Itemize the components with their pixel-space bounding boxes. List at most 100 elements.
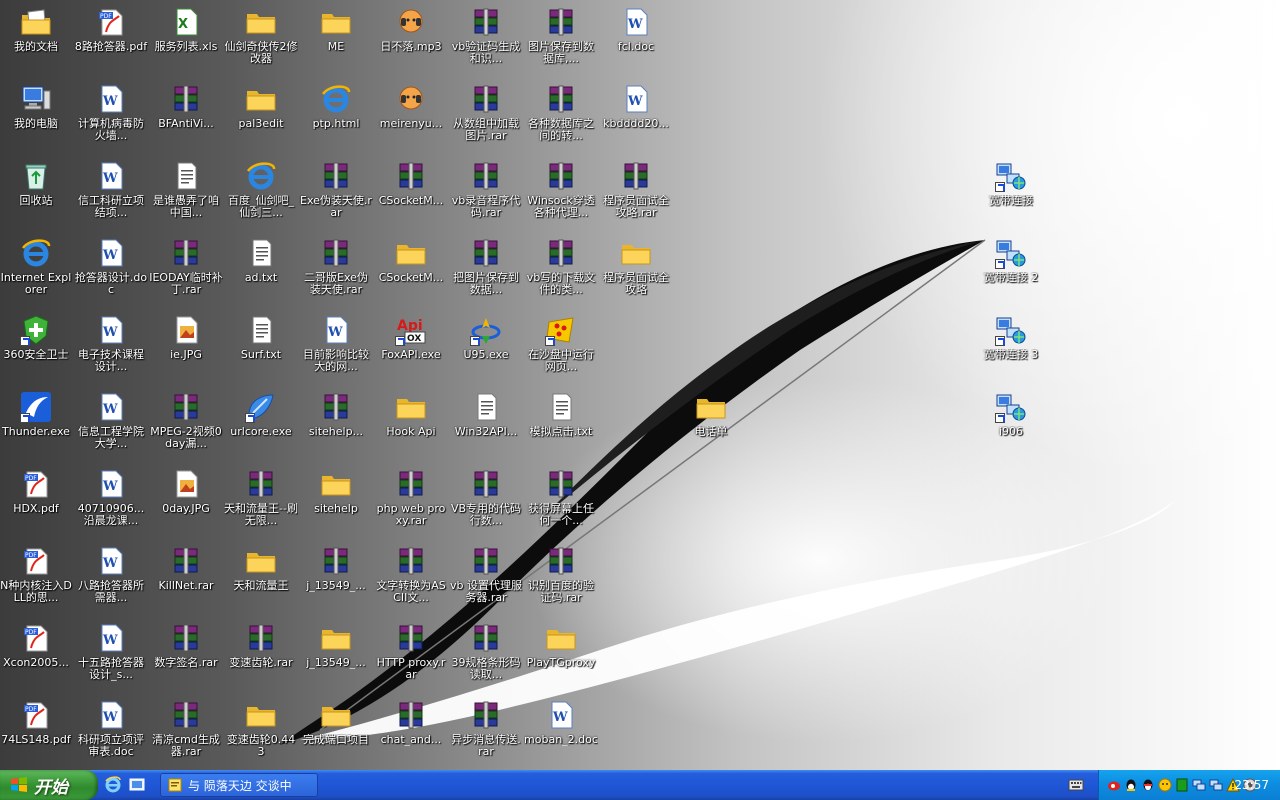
desktop-icon[interactable]: X 服务列表.xls (149, 4, 223, 80)
desktop-icon[interactable]: 变速齿轮.rar (224, 620, 298, 696)
desktop-icon[interactable]: CSocketM... (374, 235, 448, 311)
network-icon-2[interactable] (1209, 778, 1223, 792)
desktop-icon[interactable]: Internet Explorer (0, 235, 73, 311)
desktop-icon[interactable]: W 目前影响比较大的网... (299, 312, 373, 388)
desktop-icon[interactable]: 宽带连接 2 (974, 235, 1048, 311)
network-icon[interactable] (1192, 778, 1206, 792)
desktop-icon[interactable]: urlcore.exe (224, 389, 298, 465)
qq-penguin-icon[interactable] (1124, 778, 1138, 792)
desktop-icon[interactable]: Wkbdddd20... (599, 81, 673, 157)
desktop-icon[interactable]: Api OX FoxAPI.exe (374, 312, 448, 388)
desktop-icon[interactable]: 异步消息传送.rar (449, 697, 523, 770)
desktop-icon[interactable]: php web proxy.rar (374, 466, 448, 542)
start-button[interactable]: 开始 (0, 770, 98, 800)
desktop-icon[interactable]: 天和流量王--刷无限... (224, 466, 298, 542)
desktop-icon[interactable]: Wfcl.doc (599, 4, 673, 80)
desktop-icon[interactable]: 回收站 (0, 158, 73, 234)
green-monitor-icon[interactable] (1175, 778, 1189, 792)
desktop-icon[interactable]: sitehelp... (299, 389, 373, 465)
desktop-icon[interactable]: Wmoban_2.doc (524, 697, 598, 770)
desktop-icon[interactable]: CSocketM... (374, 158, 448, 234)
desktop-icon[interactable]: 完成端口项目 (299, 697, 373, 770)
desktop-icon[interactable]: 仙剑奇侠传2修改器 (224, 4, 298, 80)
qq-penguin-icon-2[interactable] (1141, 778, 1155, 792)
desktop-icon[interactable]: Winsock穿透各种代理... (524, 158, 598, 234)
desktop-icon[interactable]: PDF 74LS148.pdf (0, 697, 73, 770)
desktop-icon[interactable]: ad.txt (224, 235, 298, 311)
desktop-icon[interactable]: W 八路抢答器所需器... (74, 543, 148, 619)
clock[interactable]: 23:57 (1234, 778, 1269, 792)
show-desktop-icon[interactable] (128, 776, 146, 794)
desktop-icon[interactable]: Exe伪装天使.rar (299, 158, 373, 234)
desktop-icon[interactable]: vb 设置代理服务器.rar (449, 543, 523, 619)
desktop-icon[interactable]: ME (299, 4, 373, 80)
desktop-icon[interactable]: 从数组中加载图片.rar (449, 81, 523, 157)
desktop-icon[interactable]: 我的文档 (0, 4, 73, 80)
desktop-icon[interactable]: 0day.JPG (149, 466, 223, 542)
desktop-icon[interactable]: 39规格条形码读取... (449, 620, 523, 696)
desktop-icon[interactable]: i906 (974, 389, 1048, 465)
desktop-icon[interactable]: 程序员面试全攻略.rar (599, 158, 673, 234)
desktop-icon[interactable]: 二哥版Exe伪装天使.rar (299, 235, 373, 311)
desktop-icon[interactable]: 文字转换为ASCII文... (374, 543, 448, 619)
desktop-icon[interactable]: W 电子技术课程设计... (74, 312, 148, 388)
desktop-icon[interactable]: vb录音程序代码.rar (449, 158, 523, 234)
desktop-icon[interactable]: 百度_仙剑吧_仙剑三... (224, 158, 298, 234)
desktop[interactable]: 我的文档 PDF 8路抢答器.pdf X 服务列表.xls 仙剑奇侠传2修改器 ME 日不落.… (0, 0, 1280, 770)
desktop-icon[interactable]: 识别百度的验证码.rar (524, 543, 598, 619)
desktop-icon[interactable]: 程序员面试全攻略 (599, 235, 673, 311)
desktop-icon[interactable]: vb写的下载文件的类... (524, 235, 598, 311)
desktop-icon[interactable]: j_13549_... (299, 620, 373, 696)
desktop-icon[interactable]: 各种数据库之间的转... (524, 81, 598, 157)
desktop-icon[interactable]: 变速齿轮0.443 (224, 697, 298, 770)
desktop-icon[interactable]: MPEG-2视频0day漏... (149, 389, 223, 465)
desktop-icon[interactable]: chat_and... (374, 697, 448, 770)
desktop-icon[interactable]: PlayTGproxy (524, 620, 598, 696)
desktop-icon[interactable]: W 信工科研立项结项... (74, 158, 148, 234)
task-button-chat[interactable]: 与 陨落天边 交谈中 (160, 773, 318, 797)
desktop-icon[interactable]: j_13549_... (299, 543, 373, 619)
desktop-icon[interactable]: VB专用的代码行数... (449, 466, 523, 542)
desktop-icon[interactable]: vb验证码生成和识... (449, 4, 523, 80)
desktop-icon[interactable]: pal3edit (224, 81, 298, 157)
desktop-icon[interactable]: PDF N种内核注入DLL的思... (0, 543, 73, 619)
desktop-icon[interactable]: Thunder.exe (0, 389, 73, 465)
desktop-icon[interactable]: sitehelp (299, 466, 373, 542)
desktop-icon[interactable]: 获得屏幕上任何一个... (524, 466, 598, 542)
desktop-icon[interactable]: BFAntiVi... (149, 81, 223, 157)
desktop-icon[interactable]: Win32API... (449, 389, 523, 465)
desktop-icon[interactable]: U95.exe (449, 312, 523, 388)
desktop-icon[interactable]: 图片保存到数据库,... (524, 4, 598, 80)
desktop-icon[interactable]: HTTP proxy.rar (374, 620, 448, 696)
desktop-icon[interactable]: 日不落.mp3 (374, 4, 448, 80)
desktop-icon[interactable]: PDF HDX.pdf (0, 466, 73, 542)
desktop-icon[interactable]: W 信息工程学院大学... (74, 389, 148, 465)
desktop-icon[interactable]: 360安全卫士 (0, 312, 73, 388)
smiley-icon[interactable] (1158, 778, 1172, 792)
desktop-icon[interactable]: Surf.txt (224, 312, 298, 388)
desktop-icon[interactable]: W 40710906...沿晨龙课... (74, 466, 148, 542)
desktop-icon[interactable]: Hook Api (374, 389, 448, 465)
desktop-icon[interactable]: 宽带连接 3 (974, 312, 1048, 388)
desktop-icon[interactable]: meirenyu... (374, 81, 448, 157)
desktop-icon[interactable]: W 抢答器设计.doc (74, 235, 148, 311)
desktop-icon[interactable]: 我的电脑 (0, 81, 73, 157)
desktop-icon[interactable]: IEODAY临时补丁.rar (149, 235, 223, 311)
desktop-icon[interactable]: W 计算机病毒防火墙... (74, 81, 148, 157)
desktop-icon[interactable]: 电话单 (674, 389, 748, 465)
desktop-icon[interactable]: 宽带连接 (974, 158, 1048, 234)
desktop-icon[interactable]: 在沙盘中运行网页... (524, 312, 598, 388)
keyboard-icon[interactable] (1068, 778, 1084, 792)
desktop-icon[interactable]: ptp.html (299, 81, 373, 157)
desktop-icon[interactable]: PDF Xcon2005... (0, 620, 73, 696)
desktop-icon[interactable]: ie.JPG (149, 312, 223, 388)
desktop-icon[interactable]: 清凉cmd生成器.rar (149, 697, 223, 770)
desktop-icon[interactable]: W 十五路抢答器设计_s... (74, 620, 148, 696)
desktop-icon[interactable]: 是谁愚弄了咱中国... (149, 158, 223, 234)
desktop-icon[interactable]: 把图片保存到数据... (449, 235, 523, 311)
desktop-icon[interactable]: 天和流量王 (224, 543, 298, 619)
internet-explorer-icon[interactable] (104, 776, 122, 794)
desktop-icon[interactable]: 模拟点击.txt (524, 389, 598, 465)
desktop-icon[interactable]: W 科研项立项评审表.doc (74, 697, 148, 770)
weibo-icon[interactable] (1107, 778, 1121, 792)
